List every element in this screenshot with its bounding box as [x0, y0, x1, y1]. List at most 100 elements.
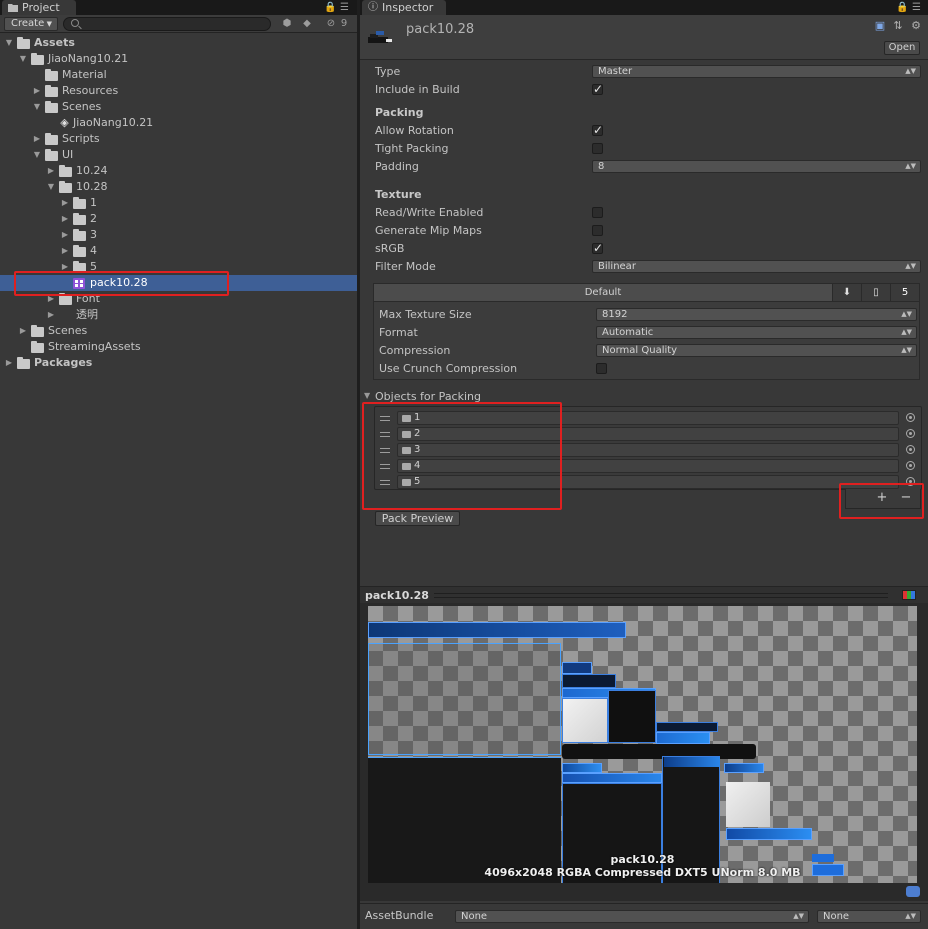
object-picker-icon[interactable] [906, 477, 915, 486]
expanded-arrow-icon[interactable]: ▼ [32, 99, 42, 115]
srgb-checkbox[interactable] [592, 241, 603, 255]
padding-dropdown[interactable]: 8 ▲▼ [592, 160, 921, 173]
tree-item[interactable]: ▶ Packages [0, 355, 357, 371]
tree-item[interactable]: ▶ 1 [0, 195, 357, 211]
panel-menu-icon[interactable]: ☰ [912, 2, 921, 13]
tree-item[interactable]: ▼ JiaoNang10.21 [0, 51, 357, 67]
add-item-button[interactable]: + [872, 491, 892, 505]
collapsed-arrow-icon[interactable]: ▶ [46, 291, 56, 307]
platform-tab-default[interactable]: Default [374, 284, 832, 301]
help-icon[interactable]: ▣ [874, 20, 886, 32]
gear-icon[interactable]: ⚙ [910, 20, 922, 32]
collapsed-arrow-icon[interactable]: ▶ [32, 83, 42, 99]
foldout-arrow-icon[interactable]: ▼ [364, 391, 370, 400]
assetbundle-variant-dropdown[interactable]: None ▲▼ [817, 910, 921, 923]
expanded-arrow-icon[interactable]: ▼ [18, 51, 28, 67]
tree-item[interactable]: ▶ 10.24 [0, 163, 357, 179]
pack-preview-button[interactable]: Pack Preview [375, 511, 460, 526]
tree-item[interactable]: ▶ 5 [0, 259, 357, 275]
collapsed-arrow-icon[interactable]: ▶ [60, 259, 70, 275]
inspector-panel: ⓘ Inspector 🔒 ☰ pack10.28 ▣ ⇅ ⚙ Open Typ… [360, 0, 928, 929]
collapsed-arrow-icon[interactable]: ▶ [60, 195, 70, 211]
object-picker-icon[interactable] [906, 461, 915, 470]
hidden-packages-icon[interactable]: ⊘ [321, 18, 341, 30]
create-button-label: Create [11, 18, 45, 29]
tree-item[interactable]: ▼ UI [0, 147, 357, 163]
padding-label: Padding [375, 160, 419, 173]
object-picker-icon[interactable] [906, 445, 915, 454]
type-dropdown[interactable]: Master ▲▼ [592, 65, 921, 78]
download-icon[interactable]: ⬇ [832, 284, 861, 301]
tree-item[interactable]: ▶ Resources [0, 83, 357, 99]
lock-icon[interactable]: 🔒 [896, 2, 908, 13]
filter-by-type-icon[interactable]: ⬢ [280, 18, 294, 30]
drag-handle-icon[interactable] [380, 432, 390, 437]
tree-item[interactable]: ▼ Scenes [0, 99, 357, 115]
tab-project[interactable]: Project [2, 0, 76, 15]
allow-rotation-checkbox[interactable] [592, 123, 603, 137]
tree-item[interactable]: Material [0, 67, 357, 83]
object-picker-icon[interactable] [906, 429, 915, 438]
label-tag-icon[interactable] [906, 886, 920, 897]
tree-item[interactable]: ▶ Scripts [0, 131, 357, 147]
expanded-arrow-icon[interactable]: ▼ [46, 179, 56, 195]
tree-item[interactable]: ▼ 10.28 [0, 179, 357, 195]
tree-item[interactable]: ◈ JiaoNang10.21 [0, 115, 357, 131]
tree-item[interactable]: ▶ 2 [0, 211, 357, 227]
format-dropdown[interactable]: Automatic ▲▼ [596, 326, 917, 339]
object-field[interactable]: 5 [397, 475, 899, 489]
preview-drag-grip[interactable] [434, 593, 888, 598]
read-write-checkbox[interactable] [592, 207, 603, 218]
collapsed-arrow-icon[interactable]: ▶ [18, 323, 28, 339]
mobile-icon[interactable]: ▯ [861, 284, 890, 301]
allow-rotation-label: Allow Rotation [375, 124, 454, 137]
tree-item[interactable]: ▶ Scenes [0, 323, 357, 339]
object-field[interactable]: 1 [397, 411, 899, 425]
objects-list: 1 2 3 4 5 [374, 406, 922, 490]
search-input[interactable] [63, 17, 271, 31]
tree-item[interactable]: ▶ 3 [0, 227, 357, 243]
preset-icon[interactable]: ⇅ [892, 20, 904, 32]
collapsed-arrow-icon[interactable]: ▶ [60, 243, 70, 259]
filter-mode-dropdown[interactable]: Bilinear ▲▼ [592, 260, 921, 273]
collapsed-arrow-icon[interactable]: ▶ [46, 163, 56, 179]
collapsed-arrow-icon[interactable]: ▶ [4, 355, 14, 371]
filter-by-label-icon[interactable]: ◆ [300, 18, 314, 30]
expanded-arrow-icon[interactable]: ▼ [32, 147, 42, 163]
tree-item[interactable]: ▶ 透明 [0, 307, 357, 323]
tab-inspector[interactable]: ⓘ Inspector [362, 0, 446, 15]
include-in-build-checkbox[interactable] [592, 82, 603, 96]
panel-menu-icon[interactable]: ☰ [340, 2, 349, 13]
mip-maps-checkbox[interactable] [592, 225, 603, 236]
object-field[interactable]: 3 [397, 443, 899, 457]
tree-item[interactable]: pack10.28 [0, 275, 357, 291]
html5-icon[interactable]: 5 [890, 284, 919, 301]
drag-handle-icon[interactable] [380, 480, 390, 485]
collapsed-arrow-icon[interactable]: ▶ [60, 227, 70, 243]
open-button[interactable]: Open [884, 41, 920, 55]
expanded-arrow-icon[interactable]: ▼ [4, 35, 14, 51]
color-channel-icon[interactable] [902, 590, 916, 600]
collapsed-arrow-icon[interactable]: ▶ [60, 211, 70, 227]
tree-item[interactable]: StreamingAssets [0, 339, 357, 355]
tree-item[interactable]: ▶ Font [0, 291, 357, 307]
tree-item[interactable]: ▼ Assets [0, 35, 357, 51]
assetbundle-name-dropdown[interactable]: None ▲▼ [455, 910, 809, 923]
drag-handle-icon[interactable] [380, 416, 390, 421]
drag-handle-icon[interactable] [380, 448, 390, 453]
collapsed-arrow-icon[interactable]: ▶ [46, 307, 56, 323]
object-field[interactable]: 4 [397, 459, 899, 473]
project-tabbar: Project 🔒 ☰ [0, 0, 357, 15]
remove-item-button[interactable]: − [896, 491, 916, 505]
crunch-compression-checkbox[interactable] [596, 363, 607, 374]
max-texture-size-dropdown[interactable]: 8192 ▲▼ [596, 308, 917, 321]
lock-icon[interactable]: 🔒 [324, 2, 336, 13]
collapsed-arrow-icon[interactable]: ▶ [32, 131, 42, 147]
object-picker-icon[interactable] [906, 413, 915, 422]
object-field[interactable]: 2 [397, 427, 899, 441]
tree-item[interactable]: ▶ 4 [0, 243, 357, 259]
create-button[interactable]: Create ▼ [4, 17, 58, 31]
compression-dropdown[interactable]: Normal Quality ▲▼ [596, 344, 917, 357]
tight-packing-checkbox[interactable] [592, 143, 603, 154]
drag-handle-icon[interactable] [380, 464, 390, 469]
